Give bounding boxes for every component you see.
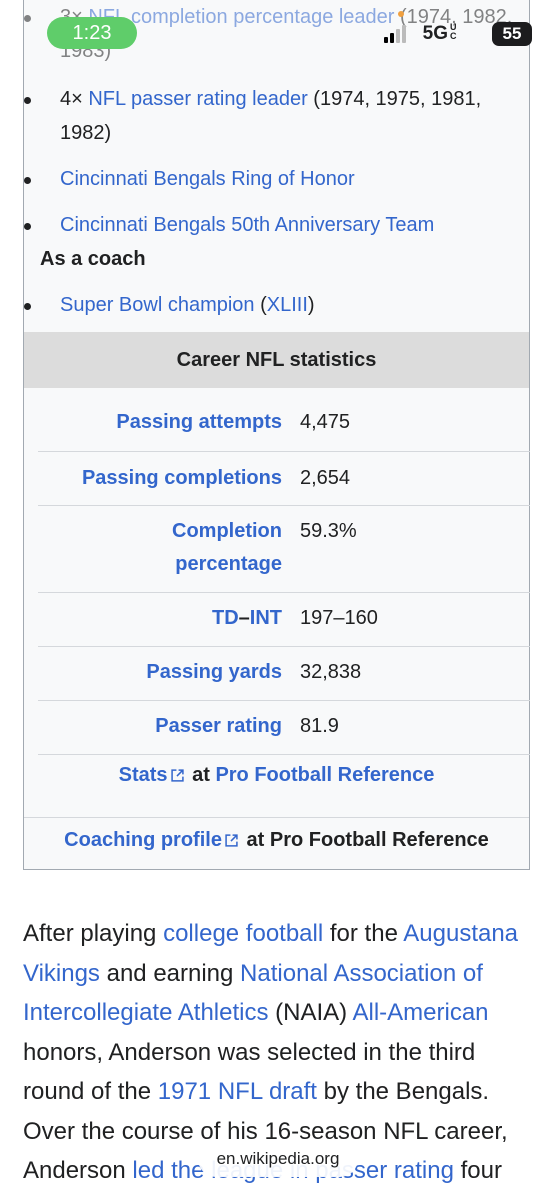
infobox: 3× NFL completion percentage leader (197… — [23, 0, 530, 870]
signal-icon — [384, 25, 406, 43]
external-link-icon — [170, 769, 184, 782]
network-label: 5G — [422, 23, 448, 44]
stat-label[interactable]: Completion percentage — [172, 515, 282, 581]
battery-icon: 55 — [492, 22, 532, 46]
stat-value: 4,475 — [300, 411, 351, 433]
pfr-link[interactable]: Pro Football Reference — [215, 764, 434, 786]
list-item: Cincinnati Bengals Ring of Honor — [24, 162, 530, 196]
super-bowl-link[interactable]: Super Bowl champion — [60, 294, 255, 316]
bullet-icon — [24, 15, 31, 22]
coach-section-label: As a coach — [40, 248, 146, 270]
orange-dot-indicator — [398, 11, 404, 17]
stat-value: 197–160 — [300, 607, 378, 629]
list-item: 4× NFL passer rating leader (1974, 1975,… — [24, 82, 530, 150]
table-row: Passer rating 81.9 — [38, 700, 530, 753]
college-football-link[interactable]: college football — [163, 920, 323, 947]
stat-label: TD–INT — [211, 607, 282, 629]
stat-value: 81.9 — [300, 715, 339, 737]
url-bar[interactable]: en.wikipedia.org — [198, 1141, 358, 1177]
list-item: Cincinnati Bengals 50th Anniversary Team — [24, 208, 530, 242]
stat-label[interactable]: Passer rating — [155, 710, 282, 743]
stats-header: Career NFL statistics — [24, 332, 529, 388]
anniversary-team-link[interactable]: Cincinnati Bengals 50th Anniversary Team — [60, 214, 434, 236]
passer-rating-leader-link[interactable]: NFL passer rating leader — [88, 88, 307, 110]
stat-value: 32,838 — [300, 661, 362, 683]
bullet-icon — [24, 177, 31, 184]
coaching-link-row: Coaching profile at Pro Football Referen… — [24, 817, 529, 870]
all-american-link[interactable]: All-American — [353, 999, 489, 1026]
time-pill[interactable]: 1:23 — [47, 17, 137, 49]
table-row: Passing completions 2,654 — [38, 451, 530, 506]
stats-link-line: Stats at Pro Football Reference — [118, 764, 435, 786]
stat-label[interactable]: Passing attempts — [116, 406, 282, 439]
table-row: Passing attempts 4,475 — [38, 406, 530, 442]
stat-value: 59.3% — [300, 520, 357, 542]
bullet-icon — [24, 223, 31, 230]
external-link-icon — [225, 834, 238, 847]
bullet-icon — [24, 97, 31, 104]
network-sub-label: UC — [450, 22, 457, 41]
int-link[interactable]: INT — [250, 607, 282, 629]
td-link[interactable]: TD — [212, 607, 239, 629]
list-item: Super Bowl champion (XLIII) — [24, 288, 530, 322]
table-row: Passing yards 32,838 — [38, 646, 530, 699]
ring-of-honor-link[interactable]: Cincinnati Bengals Ring of Honor — [60, 168, 355, 190]
stats-link[interactable]: Stats — [119, 764, 168, 786]
stat-label[interactable]: Passing yards — [146, 656, 282, 689]
coaching-link-line: Coaching profile at Pro Football Referen… — [64, 829, 489, 851]
table-row: TD–INT 197–160 — [38, 592, 530, 645]
stat-value: 2,654 — [300, 467, 351, 489]
stat-label[interactable]: Passing completions — [82, 462, 282, 495]
nfl-draft-link[interactable]: 1971 NFL draft — [158, 1078, 317, 1105]
bullet-icon — [24, 303, 31, 310]
xliii-link[interactable]: XLIII — [267, 294, 308, 316]
coaching-profile-link[interactable]: Coaching profile — [64, 829, 222, 851]
table-row: Completion percentage 59.3% — [38, 505, 530, 594]
stats-link-row: Stats at Pro Football Reference — [38, 754, 530, 817]
